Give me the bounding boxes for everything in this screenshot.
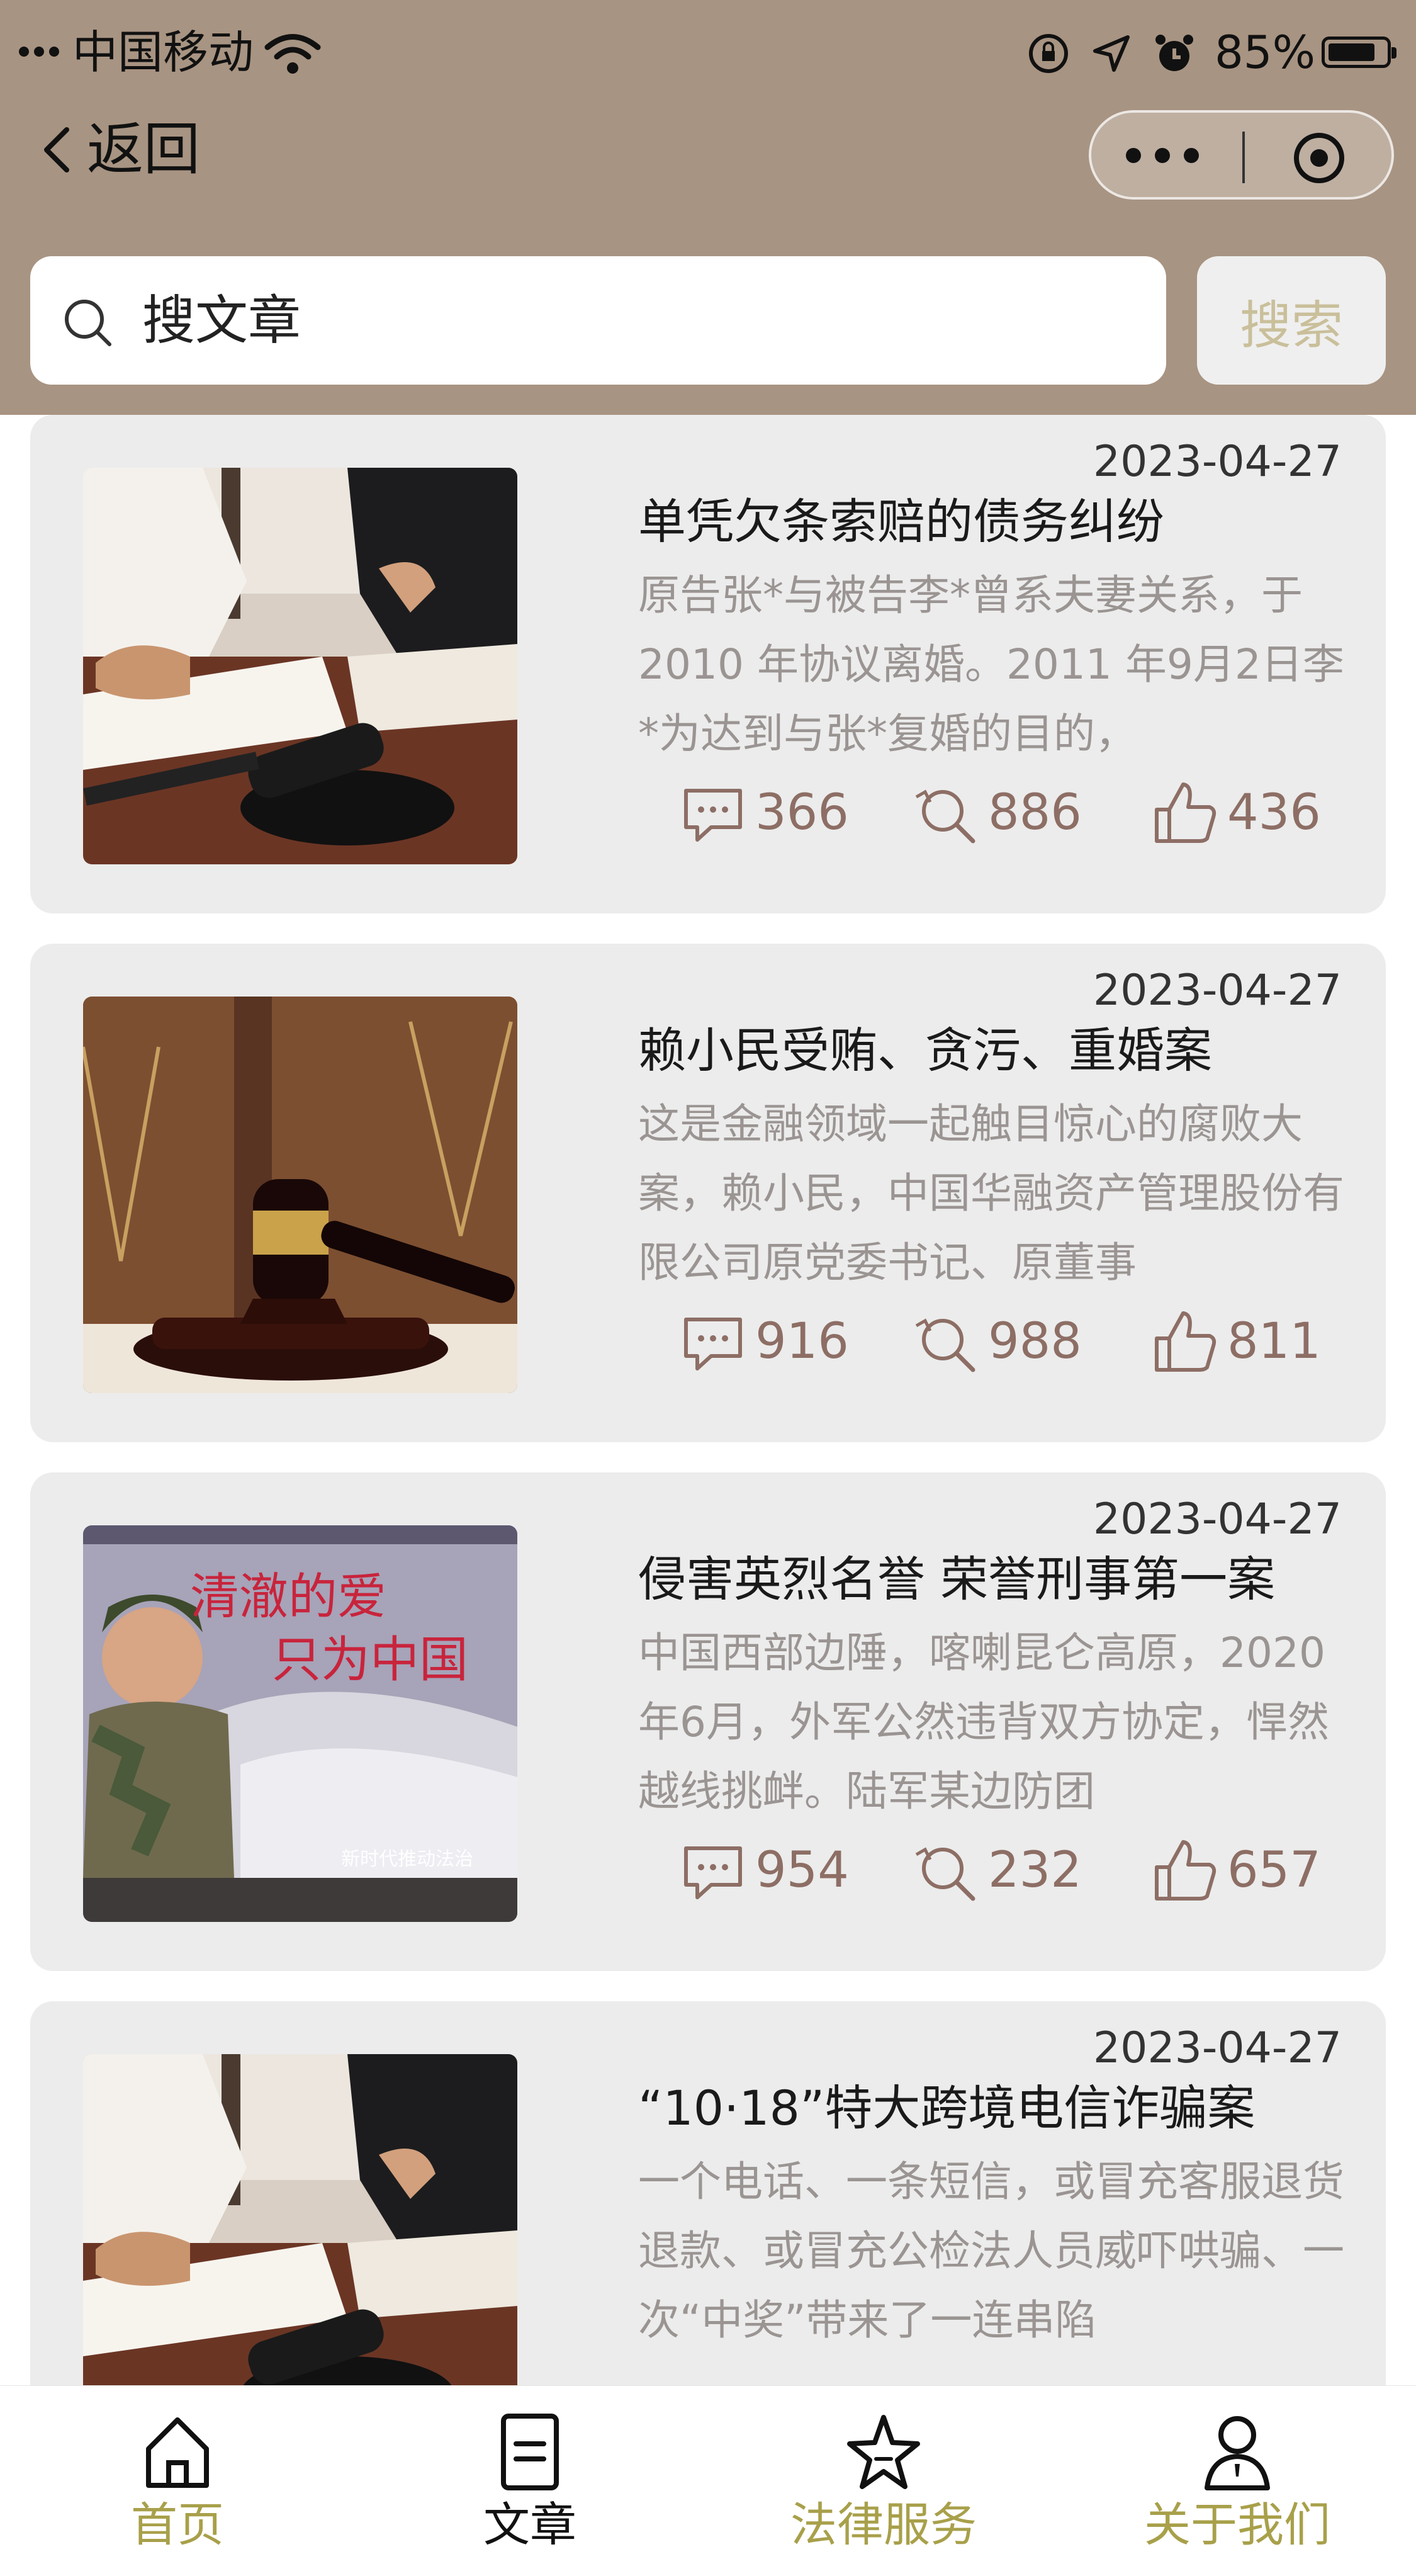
comment-count-value: 916 (755, 1313, 849, 1370)
view-count-value: 886 (988, 784, 1082, 841)
tab-legal-services[interactable]: 法律服务 (789, 2411, 978, 2562)
like-count[interactable]: 811 (1150, 1304, 1321, 1379)
article-stats: 366 886 436 (660, 775, 1339, 850)
article-date: 2023-04-27 (1093, 437, 1342, 487)
lawyer-gavel-image (83, 468, 517, 864)
billboard-text-line2: 只为中国 (272, 1632, 468, 1688)
comment-icon (684, 1846, 742, 1899)
article-date: 2023-04-27 (1093, 2023, 1342, 2073)
wifi-icon (264, 34, 321, 74)
views-icon (915, 1847, 975, 1901)
back-label: 返回 (87, 116, 200, 183)
views-icon (915, 789, 975, 844)
star-icon (847, 2415, 920, 2489)
tab-label: 文章 (483, 2498, 576, 2552)
mini-program-capsule (1089, 110, 1394, 200)
article-card[interactable]: 清澈的爱 只为中国 新时代推动法治 2023-04-27 侵害英烈名誉 荣誉刑事… (30, 1472, 1386, 1971)
tab-label: 法律服务 (790, 2498, 977, 2552)
view-count-value: 232 (988, 1842, 1082, 1899)
signal-icon (19, 45, 63, 58)
bottom-tab-bar: 首页 文章 法律服务 关于我们 (0, 2385, 1416, 2576)
thumbs-up-icon (1155, 1840, 1217, 1901)
views-icon (915, 1318, 975, 1372)
lawyer-gavel-image (83, 2054, 517, 2385)
billboard-footer: 新时代推动法治 (341, 1848, 473, 1870)
article-date: 2023-04-27 (1093, 966, 1342, 1015)
view-count: 886 (911, 775, 1082, 850)
search-icon (65, 300, 111, 346)
status-bar: 中国移动 85% (0, 0, 1416, 107)
comment-count: 954 (678, 1833, 849, 1908)
article-title[interactable]: 单凭欠条索赔的债务纠纷 (638, 490, 1362, 553)
view-count: 232 (911, 1833, 1082, 1908)
capsule-divider (1242, 132, 1245, 183)
close-target-icon[interactable] (1293, 132, 1346, 184)
article-stats: 916 988 811 (660, 1304, 1339, 1379)
back-button[interactable]: 返回 (38, 112, 200, 188)
view-count: 988 (911, 1304, 1082, 1379)
status-icons (1026, 28, 1197, 79)
thumbs-up-icon (1155, 1311, 1217, 1372)
article-thumbnail: 清澈的爱 只为中国 新时代推动法治 (83, 1525, 517, 1922)
comment-count-value: 954 (755, 1842, 849, 1899)
like-count-value: 436 (1227, 784, 1321, 841)
article-card[interactable]: 2023-04-27 赖小民受贿、贪污、重婚案 这是金融领域一起触目惊心的腐败大… (30, 944, 1386, 1442)
like-count-value: 657 (1227, 1842, 1321, 1899)
search-button[interactable]: 搜索 (1197, 256, 1386, 385)
thumbs-up-icon (1155, 782, 1217, 843)
article-title[interactable]: 赖小民受贿、贪污、重婚案 (638, 1019, 1362, 1082)
like-count[interactable]: 657 (1150, 1833, 1321, 1908)
person-icon (1205, 2416, 1270, 2490)
document-icon (501, 2414, 559, 2490)
article-summary: 中国西部边陲，喀喇昆仑高原，2020年6月，外军公然违背双方协定，悍然越线挑衅。… (638, 1629, 1329, 1816)
chevron-left-icon (44, 127, 69, 172)
comment-icon (684, 1318, 742, 1370)
tab-home[interactable]: 首页 (83, 2411, 272, 2562)
article-list: 2023-04-27 单凭欠条索赔的债务纠纷 原告张*与被告李*曾系夫妻关系，于… (0, 415, 1416, 2385)
article-card[interactable]: 2023-04-27 单凭欠条索赔的债务纠纷 原告张*与被告李*曾系夫妻关系，于… (30, 415, 1386, 913)
alarm-icon (1155, 35, 1193, 71)
carrier-name: 中国移动 (72, 26, 254, 79)
search-input[interactable] (142, 281, 1137, 359)
comment-count: 366 (678, 775, 849, 850)
tab-label: 首页 (131, 2498, 224, 2552)
battery-percent: 85% (1215, 26, 1316, 79)
tab-label: 关于我们 (1144, 2498, 1330, 2552)
article-date: 2023-04-27 (1093, 1494, 1342, 1544)
article-summary: 原告张*与被告李*曾系夫妻关系，于 2010 年协议离婚。2011 年9月2日李… (638, 571, 1344, 758)
comment-count: 916 (678, 1304, 849, 1379)
comment-count-value: 366 (755, 784, 849, 841)
article-thumbnail (83, 2054, 517, 2385)
billboard-soldier-image: 清澈的爱 只为中国 新时代推动法治 (83, 1525, 517, 1922)
article-stats: 954 232 657 (660, 1833, 1339, 1908)
article-summary: 这是金融领域一起触目惊心的腐败大案，赖小民，中国华融资产管理股份有限公司原党委书… (638, 1100, 1344, 1287)
top-navigation: 中国移动 85% 返回 (0, 0, 1416, 226)
tab-articles[interactable]: 文章 (435, 2411, 624, 2562)
tab-about-us[interactable]: 关于我们 (1143, 2411, 1332, 2562)
location-icon (1093, 35, 1130, 72)
search-bar: 搜索 (0, 226, 1416, 415)
comment-icon (684, 789, 742, 842)
article-title[interactable]: 侵害英烈名誉 荣誉刑事第一案 (638, 1548, 1362, 1611)
home-icon (146, 2417, 209, 2488)
like-count[interactable]: 436 (1150, 775, 1321, 850)
article-summary: 一个电话、一条短信，或冒充客服退货退款、或冒充公检法人员威吓哄骗、一次“中奖”带… (638, 2157, 1344, 2344)
battery-icon (1322, 37, 1396, 68)
gavel-scales-image (83, 997, 517, 1393)
article-card[interactable]: 2023-04-27 “10·18”特大跨境电信诈骗案 一个电话、一条短信，或冒… (30, 2001, 1386, 2385)
more-icon[interactable] (1126, 148, 1199, 163)
view-count-value: 988 (988, 1313, 1082, 1370)
article-thumbnail (83, 468, 517, 864)
like-count-value: 811 (1227, 1313, 1321, 1370)
search-field[interactable] (30, 256, 1166, 385)
article-thumbnail (83, 997, 517, 1393)
rotation-lock-icon (1029, 34, 1068, 73)
billboard-text-line1: 清澈的爱 (190, 1569, 386, 1625)
article-title[interactable]: “10·18”特大跨境电信诈骗案 (638, 2077, 1362, 2140)
